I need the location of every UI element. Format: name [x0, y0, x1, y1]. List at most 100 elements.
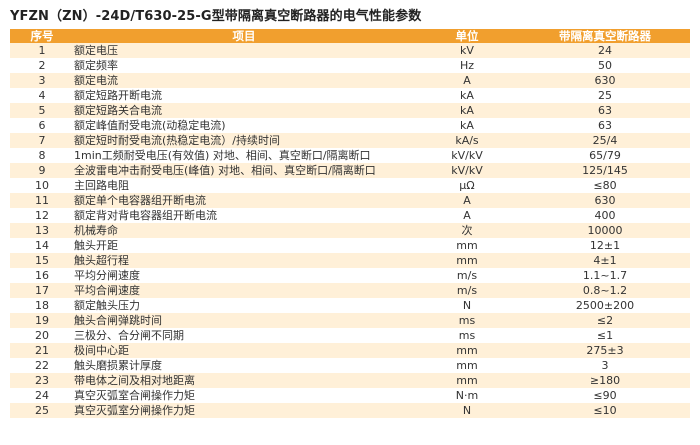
row-unit: A	[414, 193, 520, 208]
row-item: 机械寿命	[74, 223, 414, 238]
row-item: 真空灭弧室分闸操作力矩	[74, 403, 414, 418]
row-item: 平均分闸速度	[74, 268, 414, 283]
row-value: 630	[520, 73, 690, 88]
table-row: 25 真空灭弧室分闸操作力矩 N ≤10	[10, 403, 690, 418]
row-number: 19	[10, 313, 74, 328]
row-unit: 次	[414, 223, 520, 238]
row-value: 24	[520, 43, 690, 58]
table-row: 11 额定单个电容器组开断电流 A 630	[10, 193, 690, 208]
row-unit: kA/s	[414, 133, 520, 148]
table-row: 21 极间中心距 mm 275±3	[10, 343, 690, 358]
row-number: 12	[10, 208, 74, 223]
table-row: 13 机械寿命次 10000	[10, 223, 690, 238]
page-title: YFZN（ZN）-24D/T630-25-G型带隔离真空断路器的电气性能参数	[10, 9, 422, 24]
row-value: 63	[520, 118, 690, 133]
row-number: 9	[10, 163, 74, 178]
row-number: 21	[10, 343, 74, 358]
row-item: 额定触头压力	[74, 298, 414, 313]
row-value: ≤80	[520, 178, 690, 193]
table-row: 1 额定电压 kV 24	[10, 43, 690, 58]
row-unit: N	[414, 403, 520, 418]
spec-table: 序号 项目 单位 带隔离真空断路器 1 额定电压 kV 24 2 额定频率 Hz 50 3 额定电…	[10, 29, 690, 418]
row-unit: ms	[414, 328, 520, 343]
row-value: 63	[520, 103, 690, 118]
row-number: 15	[10, 253, 74, 268]
row-number: 13	[10, 223, 74, 238]
row-number: 6	[10, 118, 74, 133]
table-row: 12 额定背对背电容器组开断电流 A 400	[10, 208, 690, 223]
row-item: 全波雷电冲击耐受电压(峰值) 对地、相间、真空断口/隔离断口	[74, 163, 414, 178]
row-number: 14	[10, 238, 74, 253]
row-number: 1	[10, 43, 74, 58]
table-row: 3 额定电流 A 630	[10, 73, 690, 88]
table-row: 18 额定触头压力 N 2500±200	[10, 298, 690, 313]
row-number: 25	[10, 403, 74, 418]
row-unit: kV/kV	[414, 163, 520, 178]
table-row: 17 平均合闸速度 m/s 0.8~1.2	[10, 283, 690, 298]
row-value: 3	[520, 358, 690, 373]
row-unit: Hz	[414, 58, 520, 73]
row-unit: mm	[414, 343, 520, 358]
row-item: 额定单个电容器组开断电流	[74, 193, 414, 208]
row-unit: A	[414, 208, 520, 223]
table-row: 22 触头磨损累计厚度 mm 3	[10, 358, 690, 373]
row-number: 4	[10, 88, 74, 103]
header-unit: 单位	[414, 29, 520, 43]
row-value: 0.8~1.2	[520, 283, 690, 298]
table-row: 24 真空灭弧室合闸操作力矩 N·m ≤90	[10, 388, 690, 403]
row-item: 额定频率	[74, 58, 414, 73]
row-item: 额定短路开断电流	[74, 88, 414, 103]
row-number: 5	[10, 103, 74, 118]
table-row: 5 额定短路关合电流 kA 63	[10, 103, 690, 118]
table-row: 16 平均分闸速度 m/s 1.1~1.7	[10, 268, 690, 283]
row-unit: m/s	[414, 283, 520, 298]
row-value: 630	[520, 193, 690, 208]
table-row: 4 额定短路开断电流 kA 25	[10, 88, 690, 103]
row-value: ≤90	[520, 388, 690, 403]
row-item: 极间中心距	[74, 343, 414, 358]
row-item: 三极分、合分闸不同期	[74, 328, 414, 343]
table-row: 19 触头合闸弹跳时间 ms ≤2	[10, 313, 690, 328]
row-unit: N·m	[414, 388, 520, 403]
row-item: 平均合闸速度	[74, 283, 414, 298]
row-value: ≤10	[520, 403, 690, 418]
row-value: 125/145	[520, 163, 690, 178]
row-item: 真空灭弧室合闸操作力矩	[74, 388, 414, 403]
row-value: 2500±200	[520, 298, 690, 313]
row-number: 17	[10, 283, 74, 298]
row-unit: kV/kV	[414, 148, 520, 163]
row-item: 触头磨损累计厚度	[74, 358, 414, 373]
row-number: 10	[10, 178, 74, 193]
row-item: 触头超行程	[74, 253, 414, 268]
table-header-row: 序号 项目 单位 带隔离真空断路器	[10, 29, 690, 43]
row-value: 275±3	[520, 343, 690, 358]
table-row: 2 额定频率 Hz 50	[10, 58, 690, 73]
table-row: 9 全波雷电冲击耐受电压(峰值) 对地、相间、真空断口/隔离断口 kV/kV 125/…	[10, 163, 690, 178]
table-row: 14 触头开距 mm 12±1	[10, 238, 690, 253]
row-item: 额定背对背电容器组开断电流	[74, 208, 414, 223]
row-item: 额定峰值耐受电流(动稳定电流)	[74, 118, 414, 133]
row-unit: μΩ	[414, 178, 520, 193]
table-body: 1 额定电压 kV 24 2 额定频率 Hz 50 3 额定电流 A 630 4 额定短路开断电流 kA 25…	[10, 43, 690, 418]
row-value: 25/4	[520, 133, 690, 148]
row-unit: mm	[414, 238, 520, 253]
row-number: 22	[10, 358, 74, 373]
header-value: 带隔离真空断路器	[520, 29, 690, 43]
row-unit: N	[414, 298, 520, 313]
row-value: ≥180	[520, 373, 690, 388]
row-unit: kV	[414, 43, 520, 58]
table-row: 7 额定短时耐受电流(热稳定电流）/持续时间 kA/s 25/4	[10, 133, 690, 148]
row-value: ≤1	[520, 328, 690, 343]
row-unit: kA	[414, 118, 520, 133]
row-number: 18	[10, 298, 74, 313]
row-value: 1.1~1.7	[520, 268, 690, 283]
table-row: 6 额定峰值耐受电流(动稳定电流) kA 63	[10, 118, 690, 133]
row-value: 50	[520, 58, 690, 73]
table-row: 8 1min工频耐受电压(有效值) 对地、相间、真空断口/隔离断口 kV/kV 65/…	[10, 148, 690, 163]
row-unit: kA	[414, 103, 520, 118]
row-value: 25	[520, 88, 690, 103]
row-item: 额定短路关合电流	[74, 103, 414, 118]
row-number: 24	[10, 388, 74, 403]
table-row: 23 带电体之间及相对地距离 mm ≥180	[10, 373, 690, 388]
row-number: 7	[10, 133, 74, 148]
